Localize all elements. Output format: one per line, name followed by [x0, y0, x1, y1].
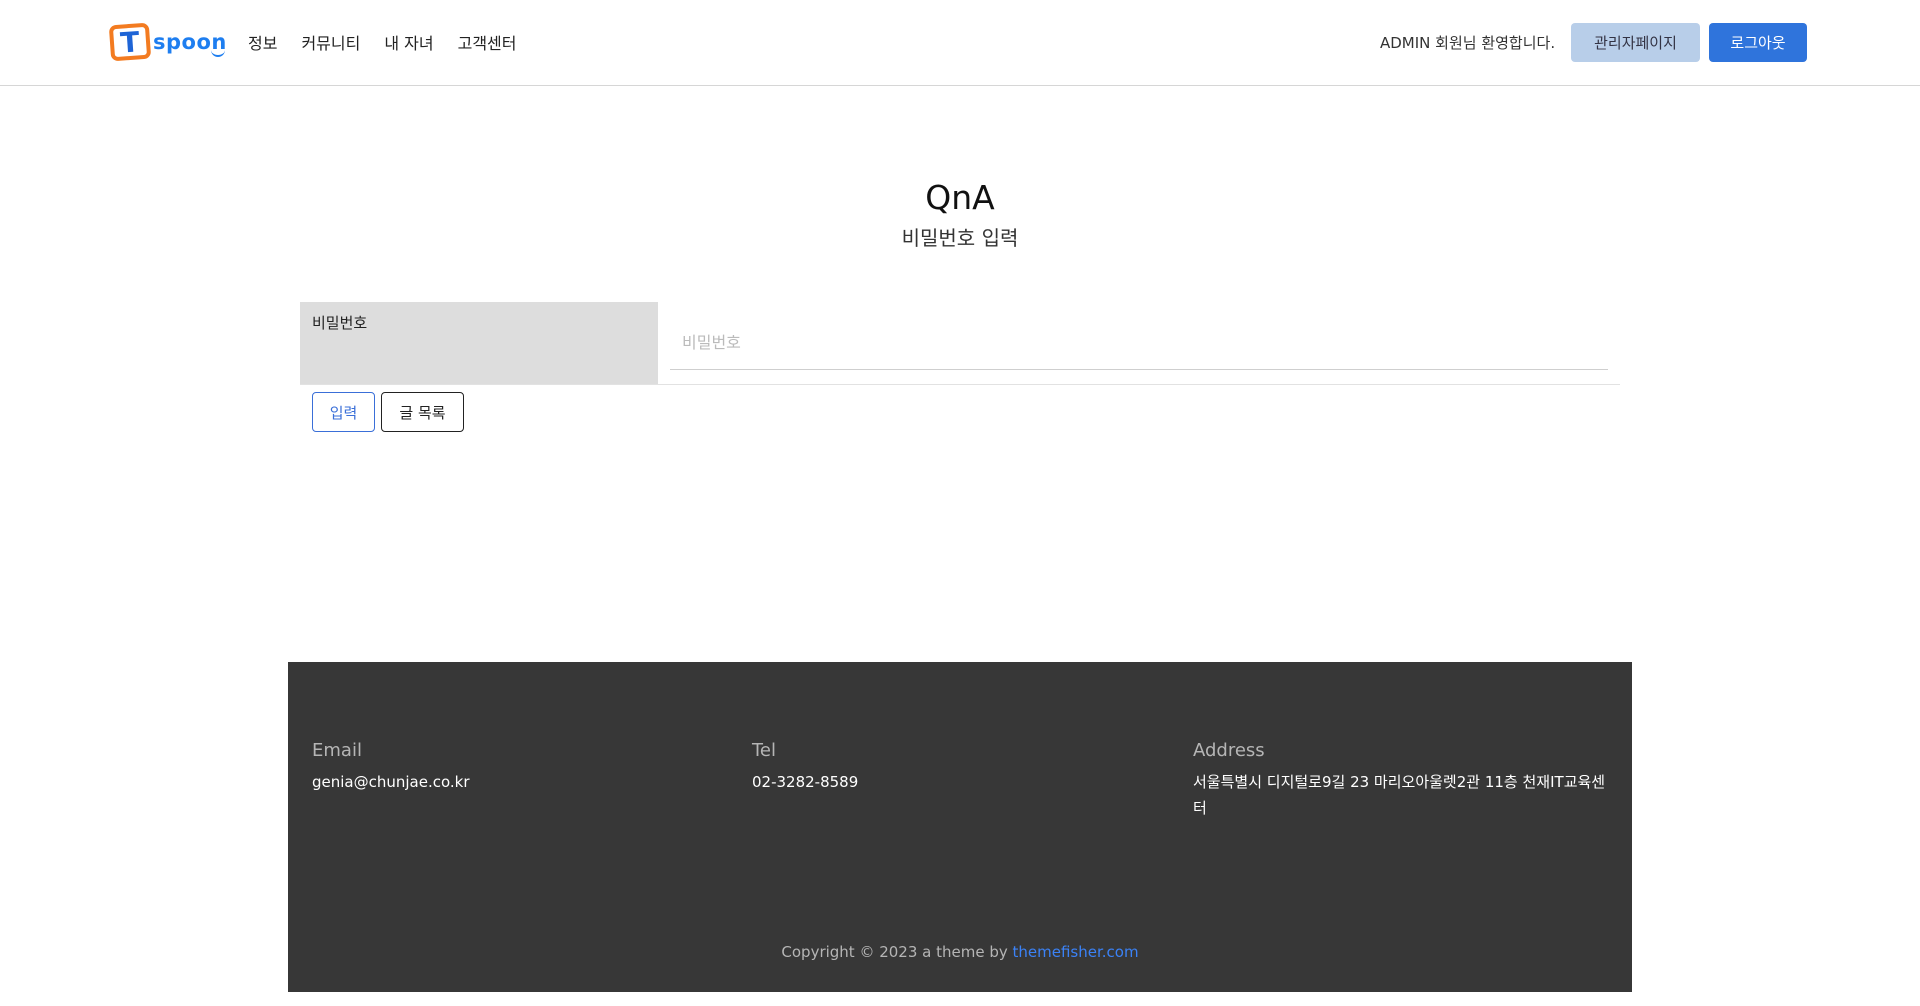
admin-page-button[interactable]: 관리자페이지 — [1571, 23, 1700, 62]
main-nav: 정보 커뮤니티 내 자녀 고객센터 — [248, 30, 516, 54]
logo-text: spoon — [153, 30, 227, 57]
footer-address: Address 서울특별시 디지털로9길 23 마리오아울렛2관 11층 천재I… — [1193, 740, 1613, 821]
logo-t-icon: T — [108, 22, 152, 62]
footer-email-value: genia@chunjae.co.kr — [312, 773, 470, 791]
password-label: 비밀번호 — [300, 302, 658, 384]
password-input[interactable] — [670, 316, 1608, 370]
copyright-link[interactable]: themefisher.com — [1013, 943, 1139, 961]
password-form-row: 비밀번호 — [300, 302, 1620, 385]
footer-tel: Tel 02-3282-8589 — [752, 740, 1152, 795]
logout-button[interactable]: 로그아웃 — [1709, 23, 1807, 62]
footer-email: Email genia@chunjae.co.kr — [312, 740, 712, 795]
list-button[interactable]: 글 목록 — [381, 392, 464, 432]
footer-tel-value: 02-3282-8589 — [752, 773, 859, 791]
nav-item-info[interactable]: 정보 — [248, 30, 277, 54]
footer-email-label: Email — [312, 740, 362, 761]
nav-item-my-children[interactable]: 내 자녀 — [384, 30, 433, 54]
page-title: QnA — [925, 178, 995, 217]
site-logo[interactable]: T spoon — [108, 21, 227, 63]
footer-address-value: 서울특별시 디지털로9길 23 마리오아울렛2관 11층 천재IT교육센터 — [1193, 773, 1606, 817]
page-subtitle: 비밀번호 입력 — [901, 226, 1019, 250]
nav-item-community[interactable]: 커뮤니티 — [301, 30, 360, 54]
copyright: Copyright © 2023 a theme by themefisher.… — [288, 943, 1632, 961]
welcome-message: ADMIN 회원님 환영합니다. — [1380, 34, 1556, 52]
site-footer: Email genia@chunjae.co.kr Tel 02-3282-85… — [288, 662, 1632, 992]
site-header: T spoon 정보 커뮤니티 내 자녀 고객센터 ADMIN 회원님 환영합니… — [0, 0, 1920, 86]
submit-button[interactable]: 입력 — [312, 392, 375, 432]
footer-tel-label: Tel — [752, 740, 777, 761]
nav-item-customer-center[interactable]: 고객센터 — [458, 30, 517, 54]
copyright-text: Copyright © 2023 a theme by — [781, 943, 1008, 961]
logo-smile-icon — [210, 49, 225, 57]
footer-address-label: Address — [1193, 740, 1265, 761]
